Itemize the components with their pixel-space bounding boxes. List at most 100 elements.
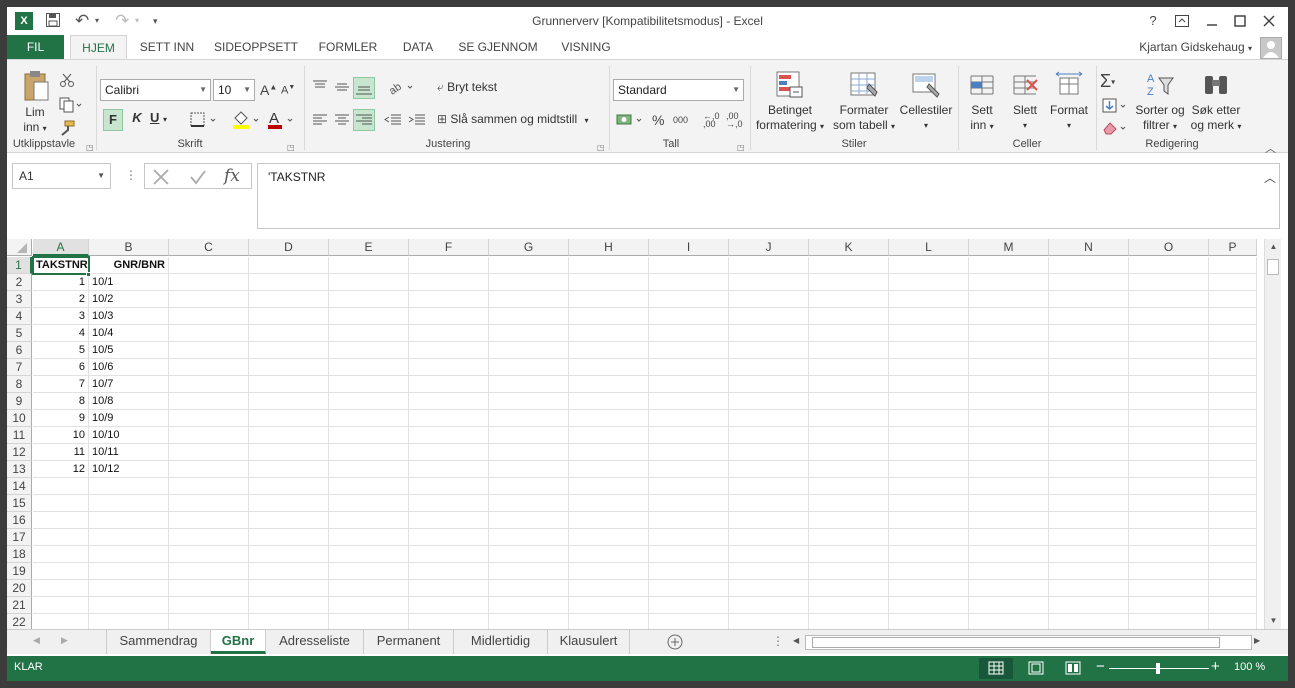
cell-p15[interactable] [1209, 495, 1257, 512]
cell-k19[interactable] [809, 563, 889, 580]
row-header-6[interactable]: 6 [7, 342, 32, 359]
zoom-in-icon[interactable]: + [1211, 658, 1220, 675]
cell-i6[interactable] [649, 342, 729, 359]
tab-file[interactable]: FIL [7, 35, 64, 59]
formula-input[interactable]: 'TAKSTNR [257, 163, 1280, 229]
cell-e9[interactable] [329, 393, 409, 410]
cell-a16[interactable] [33, 512, 89, 529]
cell-m3[interactable] [969, 291, 1049, 308]
cell-d13[interactable] [249, 461, 329, 478]
column-header-h[interactable]: H [569, 239, 649, 256]
cell-c14[interactable] [169, 478, 249, 495]
cell-a21[interactable] [33, 597, 89, 614]
cell-o20[interactable] [1129, 580, 1209, 597]
avatar[interactable] [1260, 37, 1282, 59]
cell-b9[interactable]: 10/8 [89, 393, 169, 410]
cell-i8[interactable] [649, 376, 729, 393]
copy-icon[interactable] [59, 97, 83, 116]
cell-o15[interactable] [1129, 495, 1209, 512]
cell-k15[interactable] [809, 495, 889, 512]
help-button[interactable]: ? [1140, 11, 1166, 31]
cell-g10[interactable] [489, 410, 569, 427]
cell-d6[interactable] [249, 342, 329, 359]
cell-b3[interactable]: 10/2 [89, 291, 169, 308]
grow-font-icon[interactable]: A▲ [260, 82, 277, 98]
cell-d20[interactable] [249, 580, 329, 597]
alignment-launcher-icon[interactable]: ◳ [597, 143, 605, 152]
cell-f7[interactable] [409, 359, 489, 376]
ribbon-display-options-icon[interactable] [1169, 11, 1195, 31]
row-header-8[interactable]: 8 [7, 376, 32, 393]
cell-b18[interactable] [89, 546, 169, 563]
cell-p2[interactable] [1209, 274, 1257, 291]
scroll-right-icon[interactable]: ▶ [1254, 636, 1260, 645]
horizontal-scroll-thumb[interactable] [812, 637, 1220, 648]
cell-n2[interactable] [1049, 274, 1129, 291]
font-color-icon[interactable]: A [267, 109, 297, 134]
row-header-18[interactable]: 18 [7, 546, 32, 563]
cell-f6[interactable] [409, 342, 489, 359]
select-all-corner[interactable] [7, 239, 32, 256]
cell-p10[interactable] [1209, 410, 1257, 427]
cell-e11[interactable] [329, 427, 409, 444]
cell-h8[interactable] [569, 376, 649, 393]
cell-j5[interactable] [729, 325, 809, 342]
thousands-button[interactable]: 000 [673, 115, 688, 125]
user-name[interactable]: Kjartan Gidskehaug ▾ [1139, 40, 1252, 54]
cell-n3[interactable] [1049, 291, 1129, 308]
row-header-1[interactable]: 1 [7, 257, 32, 274]
collapse-ribbon-icon[interactable]: ︿ [1265, 140, 1276, 156]
cell-p17[interactable] [1209, 529, 1257, 546]
cell-g1[interactable] [489, 257, 569, 274]
column-header-e[interactable]: E [329, 239, 409, 256]
cell-b17[interactable] [89, 529, 169, 546]
cell-f5[interactable] [409, 325, 489, 342]
cell-m12[interactable] [969, 444, 1049, 461]
cell-p13[interactable] [1209, 461, 1257, 478]
cell-b21[interactable] [89, 597, 169, 614]
tab-insert[interactable]: SETT INN [132, 35, 202, 59]
font-name-combo[interactable]: Calibri ▼ [100, 79, 211, 101]
cell-l14[interactable] [889, 478, 969, 495]
column-header-k[interactable]: K [809, 239, 889, 256]
cell-f12[interactable] [409, 444, 489, 461]
cell-l17[interactable] [889, 529, 969, 546]
cell-f19[interactable] [409, 563, 489, 580]
tab-formulas[interactable]: FORMLER [311, 35, 385, 59]
cell-d19[interactable] [249, 563, 329, 580]
cell-k16[interactable] [809, 512, 889, 529]
cell-k11[interactable] [809, 427, 889, 444]
cell-j15[interactable] [729, 495, 809, 512]
cell-g16[interactable] [489, 512, 569, 529]
cell-a11[interactable]: 10 [33, 427, 89, 444]
cell-c21[interactable] [169, 597, 249, 614]
cell-h3[interactable] [569, 291, 649, 308]
cell-c17[interactable] [169, 529, 249, 546]
cell-a18[interactable] [33, 546, 89, 563]
cell-n4[interactable] [1049, 308, 1129, 325]
page-layout-view-icon[interactable] [1028, 661, 1044, 678]
format-painter-icon[interactable] [59, 120, 75, 139]
cell-e21[interactable] [329, 597, 409, 614]
row-header-4[interactable]: 4 [7, 308, 32, 325]
cell-o3[interactable] [1129, 291, 1209, 308]
cell-j2[interactable] [729, 274, 809, 291]
cell-j20[interactable] [729, 580, 809, 597]
cell-a8[interactable]: 7 [33, 376, 89, 393]
cell-g2[interactable] [489, 274, 569, 291]
cell-k14[interactable] [809, 478, 889, 495]
column-header-i[interactable]: I [649, 239, 729, 256]
page-break-view-icon[interactable] [1065, 661, 1081, 678]
cell-d4[interactable] [249, 308, 329, 325]
borders-icon[interactable] [190, 112, 220, 131]
cell-f15[interactable] [409, 495, 489, 512]
cell-a4[interactable]: 3 [33, 308, 89, 325]
cell-f3[interactable] [409, 291, 489, 308]
cell-b7[interactable]: 10/6 [89, 359, 169, 376]
cell-b2[interactable]: 10/1 [89, 274, 169, 291]
cell-h16[interactable] [569, 512, 649, 529]
cell-m1[interactable] [969, 257, 1049, 274]
cell-o18[interactable] [1129, 546, 1209, 563]
more-options-icon[interactable]: ⋮ [125, 168, 137, 182]
cell-m16[interactable] [969, 512, 1049, 529]
